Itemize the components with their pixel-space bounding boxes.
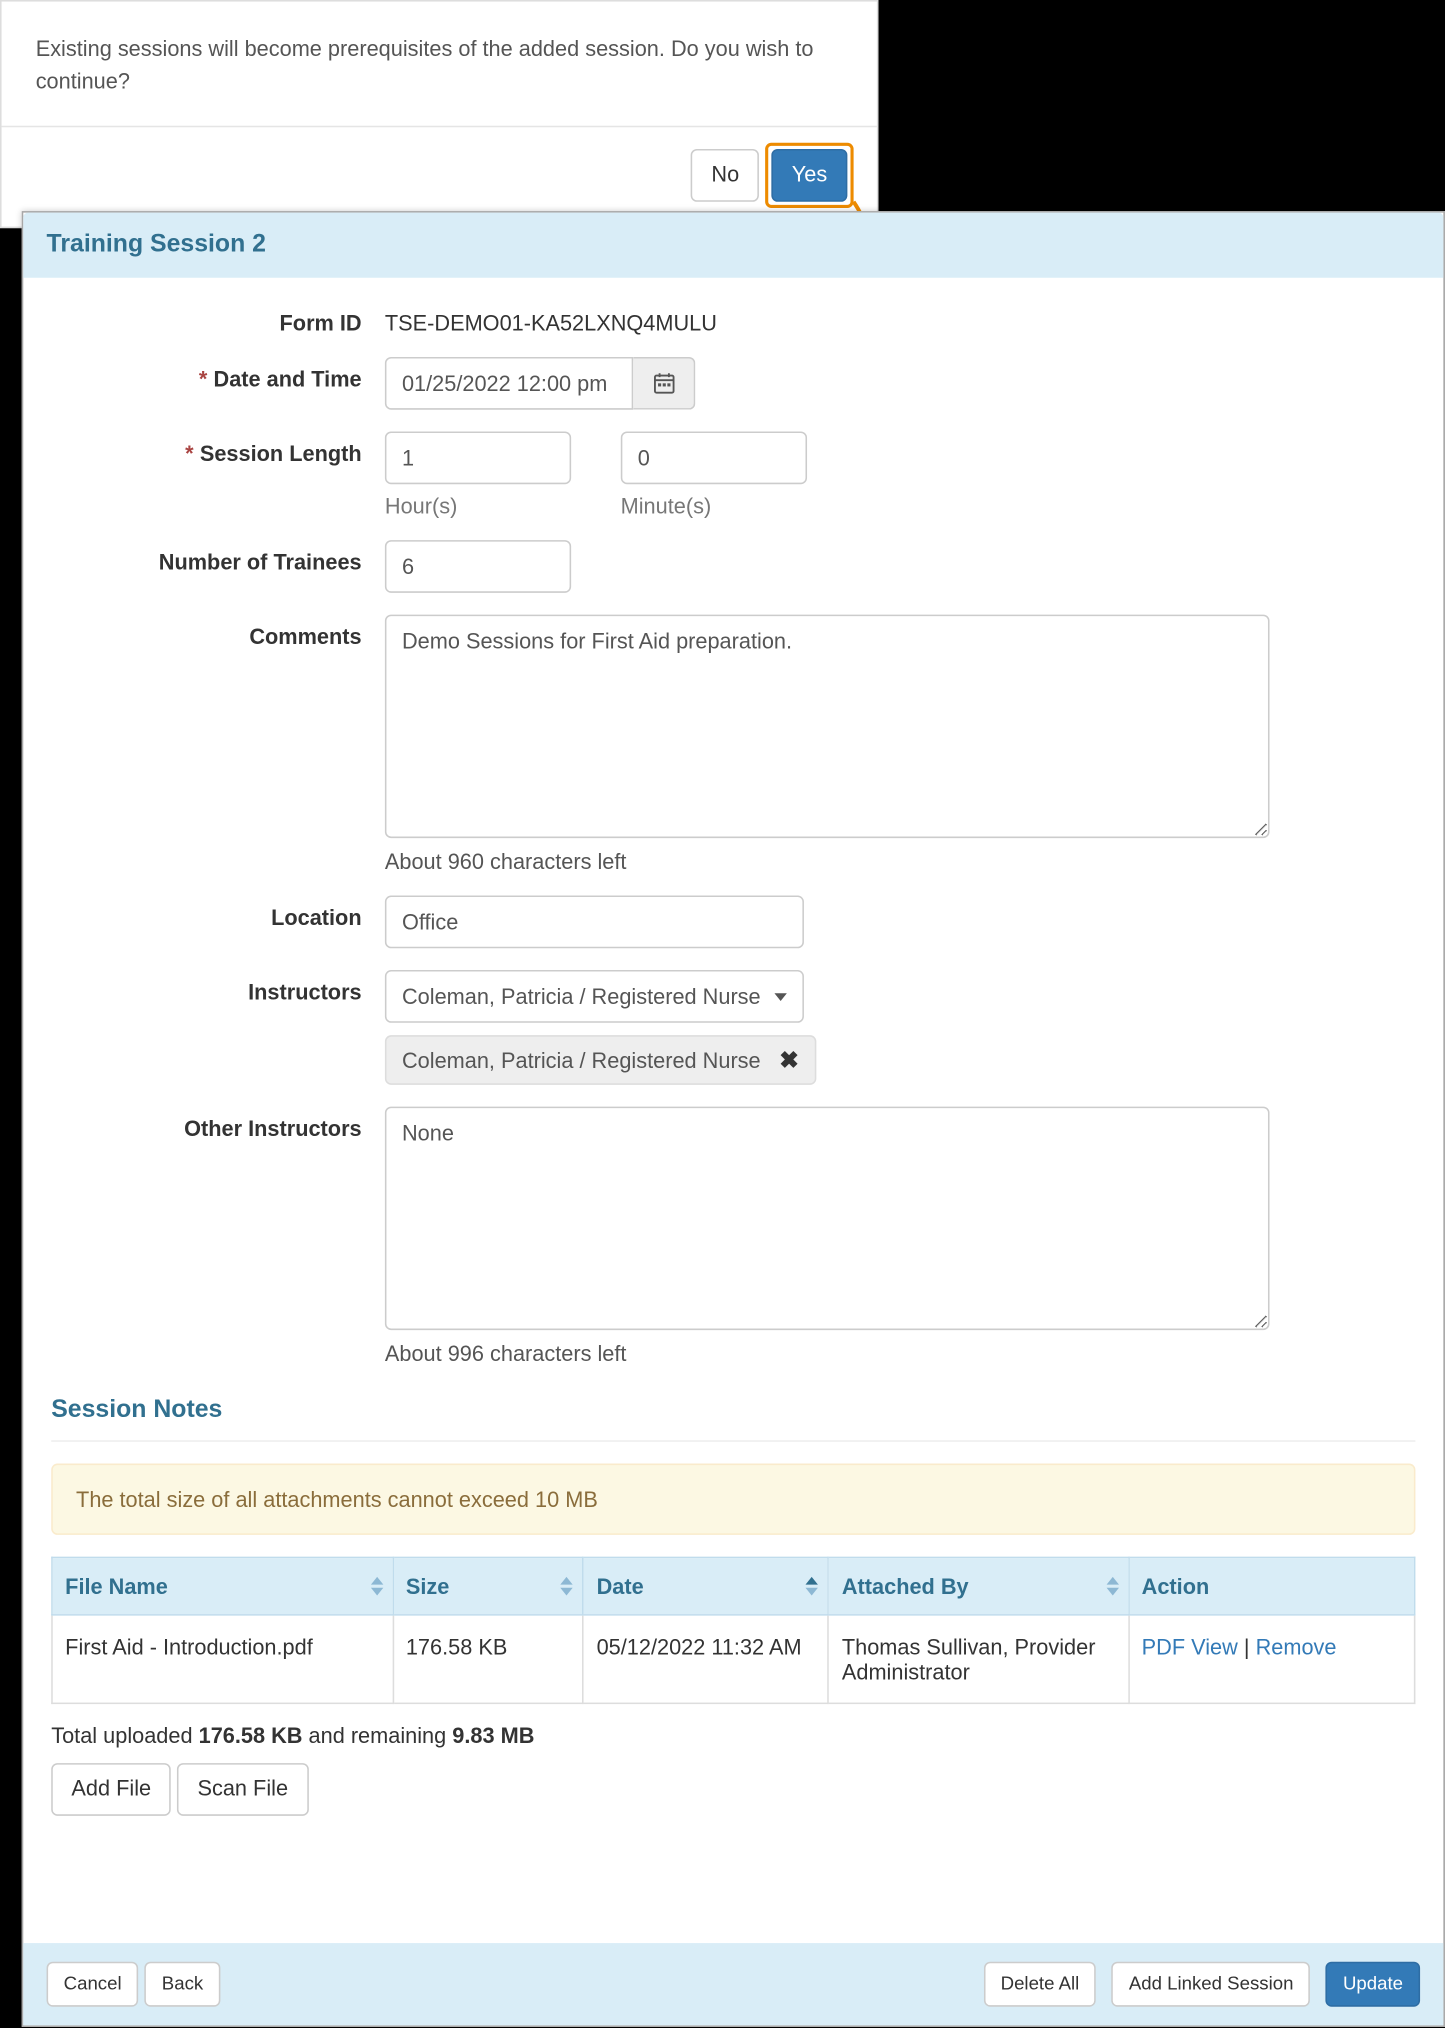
yes-button[interactable]: Yes <box>772 149 848 201</box>
panel-title: Training Session 2 <box>23 213 1443 278</box>
pdf-view-link[interactable]: PDF View <box>1142 1634 1238 1659</box>
col-filename[interactable]: File Name <box>52 1557 393 1614</box>
col-attachedby[interactable]: Attached By <box>829 1557 1129 1614</box>
add-file-button[interactable]: Add File <box>51 1763 171 1815</box>
cell-size: 176.58 KB <box>393 1615 584 1703</box>
sort-icon <box>806 1577 818 1596</box>
datetime-label: *Date and Time <box>51 357 385 410</box>
minutes-input[interactable] <box>621 431 807 484</box>
form-body: Form ID TSE-DEMO01-KA52LXNQ4MULU *Date a… <box>23 278 1443 1831</box>
sort-icon <box>561 1577 573 1596</box>
calendar-button[interactable] <box>633 357 695 410</box>
col-action: Action <box>1128 1557 1414 1614</box>
remove-instructor-icon[interactable]: ✖ <box>779 1046 799 1074</box>
dialog-message: Existing sessions will become prerequisi… <box>2 2 877 128</box>
sort-icon <box>370 1577 382 1596</box>
formid-label: Form ID <box>51 301 385 335</box>
attachments-table: File Name Size Date Attached By <box>51 1557 1415 1704</box>
remove-link[interactable]: Remove <box>1256 1634 1337 1659</box>
formid-value: TSE-DEMO01-KA52LXNQ4MULU <box>385 301 1416 335</box>
cell-attachedby: Thomas Sullivan, Provider Administrator <box>829 1615 1129 1703</box>
training-session-panel: Training Session 2 Form ID TSE-DEMO01-KA… <box>22 211 1445 2027</box>
datetime-input[interactable] <box>385 357 633 410</box>
comments-textarea[interactable] <box>385 615 1270 838</box>
update-button[interactable]: Update <box>1326 1962 1420 2007</box>
yes-highlight: Yes <box>765 143 853 208</box>
col-date[interactable]: Date <box>583 1557 828 1614</box>
instructors-dropdown[interactable]: Coleman, Patricia / Registered Nurse <box>385 970 804 1023</box>
trainees-label: Number of Trainees <box>51 540 385 593</box>
calendar-icon <box>653 372 675 394</box>
chevron-down-icon <box>774 993 786 1001</box>
location-input[interactable] <box>385 896 804 949</box>
col-size[interactable]: Size <box>393 1557 584 1614</box>
upload-summary: Total uploaded 176.58 KB and remaining 9… <box>51 1723 1415 1748</box>
hours-input[interactable] <box>385 431 571 484</box>
trainees-input[interactable] <box>385 540 571 593</box>
minutes-sublabel: Minute(s) <box>621 494 807 519</box>
cancel-button[interactable]: Cancel <box>47 1962 139 2007</box>
cell-action: PDF View | Remove <box>1128 1615 1414 1703</box>
instructor-chip: Coleman, Patricia / Registered Nurse ✖ <box>385 1035 816 1085</box>
other-instructors-charcount: About 996 characters left <box>385 1341 1416 1366</box>
table-row: First Aid - Introduction.pdf 176.58 KB 0… <box>52 1615 1415 1703</box>
other-instructors-label: Other Instructors <box>51 1107 385 1366</box>
cell-filename: First Aid - Introduction.pdf <box>52 1615 393 1703</box>
location-label: Location <box>51 896 385 949</box>
delete-all-button[interactable]: Delete All <box>984 1962 1097 2007</box>
scan-file-button[interactable]: Scan File <box>177 1763 308 1815</box>
hours-sublabel: Hour(s) <box>385 494 571 519</box>
confirm-dialog: Existing sessions will become prerequisi… <box>0 0 878 228</box>
panel-footer: Cancel Back Delete All Add Linked Sessio… <box>23 1943 1443 2025</box>
sort-icon <box>1106 1577 1118 1596</box>
instructors-label: Instructors <box>51 970 385 1085</box>
back-button[interactable]: Back <box>145 1962 221 2007</box>
session-length-label: *Session Length <box>51 431 385 518</box>
instructor-chip-label: Coleman, Patricia / Registered Nurse <box>402 1048 761 1073</box>
other-instructors-textarea[interactable] <box>385 1107 1270 1330</box>
comments-charcount: About 960 characters left <box>385 849 1416 874</box>
comments-label: Comments <box>51 615 385 874</box>
no-button[interactable]: No <box>691 149 759 201</box>
add-linked-session-button[interactable]: Add Linked Session <box>1112 1962 1311 2007</box>
cell-date: 05/12/2022 11:32 AM <box>583 1615 828 1703</box>
instructors-selected: Coleman, Patricia / Registered Nurse <box>402 984 761 1009</box>
session-notes-title: Session Notes <box>51 1387 1415 1441</box>
attachment-size-warning: The total size of all attachments cannot… <box>51 1464 1415 1535</box>
